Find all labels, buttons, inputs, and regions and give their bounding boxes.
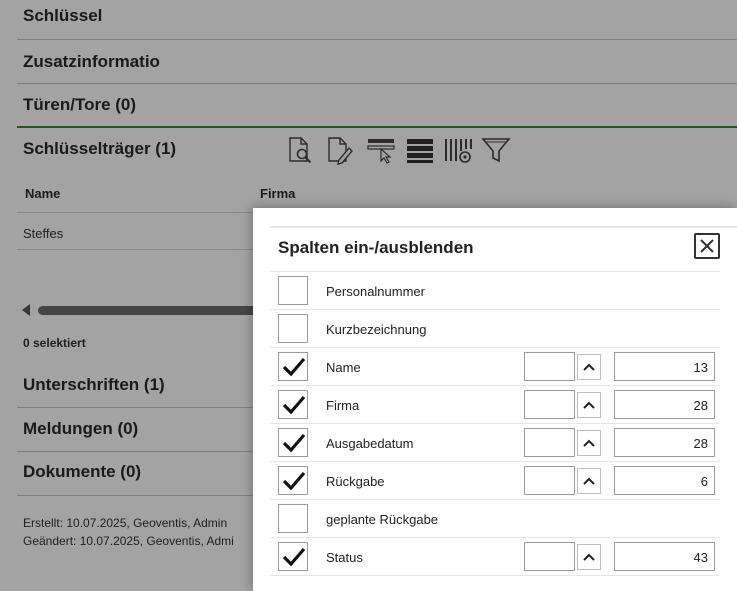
column-checkbox[interactable] (278, 504, 308, 533)
chevron-up-icon (583, 477, 595, 485)
checkmark-icon (282, 357, 306, 377)
move-up-button[interactable] (577, 544, 601, 570)
column-width-input[interactable]: 28 (614, 390, 715, 419)
move-up-button[interactable] (577, 468, 601, 494)
column-label: geplante Rückgabe (326, 512, 439, 527)
column-label: Firma (326, 398, 360, 413)
sort-order-input[interactable] (524, 352, 575, 381)
column-label: Kurzbezeichnung (326, 322, 427, 337)
column-option-row[interactable]: Name 13 (270, 348, 720, 386)
column-option-row[interactable]: Ausgabedatum 28 (270, 424, 720, 462)
chevron-up-icon (583, 363, 595, 371)
close-icon (700, 239, 714, 253)
sort-order-input[interactable] (524, 542, 575, 571)
dialog-top-border (270, 226, 737, 228)
checkmark-icon (282, 547, 306, 567)
column-width-input[interactable]: 13 (614, 352, 715, 381)
chevron-up-icon (583, 439, 595, 447)
close-button[interactable] (694, 233, 720, 259)
sort-order-input[interactable] (524, 428, 575, 457)
checkmark-icon (282, 471, 306, 491)
column-option-row[interactable]: Personalnummer (270, 272, 720, 310)
column-option-row[interactable]: Firma 28 (270, 386, 720, 424)
column-label: Ausgabedatum (326, 436, 414, 451)
column-label: Personalnummer (326, 284, 425, 299)
column-width-input[interactable]: 43 (614, 542, 715, 571)
column-checkbox[interactable] (278, 466, 308, 495)
chevron-up-icon (583, 401, 595, 409)
column-checkbox[interactable] (278, 276, 308, 305)
sort-order-input[interactable] (524, 390, 575, 419)
column-checkbox[interactable] (278, 352, 308, 381)
sort-order-input[interactable] (524, 466, 575, 495)
move-up-button[interactable] (577, 354, 601, 380)
column-label: Status (326, 550, 363, 565)
column-option-row[interactable]: Rückgabe 6 (270, 462, 720, 500)
column-label: Name (326, 360, 361, 375)
column-option-row[interactable]: Kurzbezeichnung (270, 310, 720, 348)
column-visibility-dialog: Spalten ein-/ausblenden Personalnummer Ku… (253, 208, 737, 591)
checkmark-icon (282, 395, 306, 415)
column-checkbox[interactable] (278, 542, 308, 571)
column-width-input[interactable]: 28 (614, 428, 715, 457)
dialog-title: Spalten ein-/ausblenden (278, 238, 474, 257)
column-checkbox[interactable] (278, 390, 308, 419)
chevron-up-icon (583, 553, 595, 561)
column-label: Rückgabe (326, 474, 385, 489)
column-option-row[interactable]: Status 43 (270, 538, 720, 576)
checkmark-icon (282, 433, 306, 453)
move-up-button[interactable] (577, 392, 601, 418)
column-width-input[interactable]: 6 (614, 466, 715, 495)
move-up-button[interactable] (577, 430, 601, 456)
column-option-row[interactable]: geplante Rückgabe (270, 500, 720, 538)
column-checkbox[interactable] (278, 428, 308, 457)
column-checkbox[interactable] (278, 314, 308, 343)
